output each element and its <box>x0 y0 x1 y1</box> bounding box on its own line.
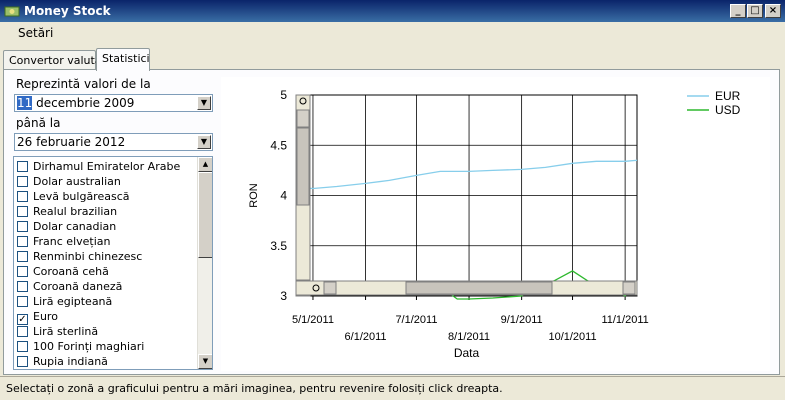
from-date-picker[interactable]: 11 decembrie 2009 ▼ <box>14 94 213 112</box>
y-axis-label: RON <box>248 183 260 208</box>
status-bar: Selectați o zonă a graficului pentru a m… <box>0 376 785 400</box>
menu-bar: Setări <box>0 22 785 44</box>
checkbox-icon[interactable] <box>17 176 28 187</box>
currency-item[interactable]: Coroană cehă <box>17 265 109 280</box>
checkbox-icon[interactable] <box>17 251 28 262</box>
checkbox-icon[interactable] <box>17 296 28 307</box>
y-tick-label: 3 <box>280 289 287 303</box>
currency-item[interactable]: Liră egipteană <box>17 295 112 310</box>
currency-item[interactable]: ✓ Euro <box>17 310 58 325</box>
currency-label: Euro <box>33 310 58 323</box>
scroll-thumb[interactable] <box>198 172 212 258</box>
window-title: Money Stock <box>24 4 111 18</box>
minimize-button[interactable]: _ <box>730 4 746 18</box>
x-tick-label: 8/1/2011 <box>448 331 490 343</box>
checkbox-icon[interactable] <box>17 206 28 217</box>
currency-item[interactable]: Rupia indiană <box>17 355 108 369</box>
status-text: Selectați o zonă a graficului pentru a m… <box>6 382 503 395</box>
currency-label: Realul brazilian <box>33 205 118 218</box>
to-date-dropdown-arrow-icon[interactable]: ▼ <box>197 135 211 149</box>
currency-label: Levă bulgărească <box>33 190 130 203</box>
app-money-icon <box>4 6 20 17</box>
currency-label: Dolar canadian <box>33 220 117 233</box>
currency-label: Liră sterlină <box>33 325 99 338</box>
checkbox-icon[interactable] <box>17 281 28 292</box>
chart-svg[interactable]: 3 3.5 4 4.5 5 5/1/2011 6/1/2011 7/1/2011 8/1/201… <box>221 77 770 371</box>
x-tick-label: 6/1/2011 <box>345 331 387 343</box>
currency-label: Dolar australian <box>33 175 121 188</box>
scroll-up-arrow-icon[interactable]: ▲ <box>198 157 212 172</box>
legend-label: EUR <box>715 89 741 103</box>
currency-label: 100 Forinți maghiari <box>33 340 145 353</box>
currency-label: Rupia indiană <box>33 355 108 368</box>
currency-label: Coroană daneză <box>33 280 123 293</box>
currency-item[interactable]: 100 Forinți maghiari <box>17 340 144 355</box>
checkbox-icon[interactable] <box>17 326 28 337</box>
close-button[interactable]: × <box>765 4 781 18</box>
maximize-button[interactable]: □ <box>747 4 763 18</box>
scroll-down-arrow-icon[interactable]: ▼ <box>198 354 212 369</box>
x-tick-label: 10/1/2011 <box>548 331 596 343</box>
currency-label: Liră egipteană <box>33 295 113 308</box>
chart-v-thumb[interactable] <box>296 127 310 206</box>
statistics-chart[interactable]: 3 3.5 4 4.5 5 5/1/2011 6/1/2011 7/1/2011 8/1/201… <box>221 77 770 371</box>
x-tick-label: 5/1/2011 <box>292 314 334 326</box>
currency-label: Coroană cehă <box>33 265 109 278</box>
x-tick-label: 9/1/2011 <box>501 314 543 326</box>
checkbox-icon[interactable] <box>17 161 28 172</box>
currency-label: Dirhamul Emiratelor Arabe <box>33 160 181 173</box>
chart-v-up-arrow-icon[interactable] <box>296 109 310 128</box>
currency-item[interactable]: Coroană daneză <box>17 280 122 295</box>
checkbox-icon[interactable] <box>17 191 28 202</box>
to-date-value: 26 februarie 2012 <box>17 135 126 149</box>
checkbox-icon[interactable] <box>17 341 28 352</box>
checkbox-icon[interactable] <box>17 266 28 277</box>
to-date-picker[interactable]: 26 februarie 2012 ▼ <box>14 133 213 151</box>
currency-item[interactable]: Liră sterlină <box>17 325 98 340</box>
checkbox-icon[interactable] <box>17 356 28 367</box>
tab-currency-converter[interactable]: Convertor valutar <box>3 50 106 70</box>
y-tick-label: 5 <box>280 88 287 102</box>
currency-item[interactable]: Dolar canadian <box>17 220 116 235</box>
chart-h-left-arrow-icon[interactable] <box>323 281 337 295</box>
currency-item[interactable]: Levă bulgărească <box>17 190 130 205</box>
currency-item[interactable]: Dirhamul Emiratelor Arabe <box>17 160 180 175</box>
currency-label: Renminbi chinezesc <box>33 250 143 263</box>
y-tick-label: 4 <box>280 189 287 203</box>
title-bar: Money Stock _ □ × <box>0 0 785 22</box>
x-tick-label: 7/1/2011 <box>395 314 437 326</box>
x-axis-label: Data <box>454 346 480 360</box>
menu-settings[interactable]: Setări <box>18 26 53 40</box>
y-tick-label: 3.5 <box>270 239 287 253</box>
checkbox-icon[interactable] <box>17 221 28 232</box>
from-date-label: Reprezintă valori de la <box>16 77 151 91</box>
to-date-label: până la <box>16 116 61 130</box>
chart-h-right-arrow-icon[interactable] <box>622 281 636 295</box>
checkbox-checked-icon[interactable]: ✓ <box>17 314 28 325</box>
currency-item[interactable]: Renminbi chinezesc <box>17 250 142 265</box>
tab-statistics[interactable]: Statistici <box>96 48 150 71</box>
x-tick-label: 11/1/2011 <box>601 314 648 326</box>
currency-label: Franc elvețian <box>33 235 111 248</box>
y-tick-label: 4.5 <box>270 138 287 152</box>
legend-label: USD <box>715 103 741 117</box>
currency-list-scrollbar[interactable]: ▲ ▼ <box>197 157 212 369</box>
from-date-day: 11 <box>17 96 33 110</box>
currency-item[interactable]: Dolar australian <box>17 175 121 190</box>
currency-checklist[interactable]: Dirhamul Emiratelor Arabe Dolar australia… <box>13 156 213 370</box>
from-date-month-year: decembrie 2009 <box>36 96 135 110</box>
chart-h-thumb[interactable] <box>405 281 553 295</box>
currency-item[interactable]: Realul brazilian <box>17 205 117 220</box>
currency-item[interactable]: Franc elvețian <box>17 235 111 250</box>
from-date-dropdown-arrow-icon[interactable]: ▼ <box>197 96 211 110</box>
checkbox-icon[interactable] <box>17 236 28 247</box>
